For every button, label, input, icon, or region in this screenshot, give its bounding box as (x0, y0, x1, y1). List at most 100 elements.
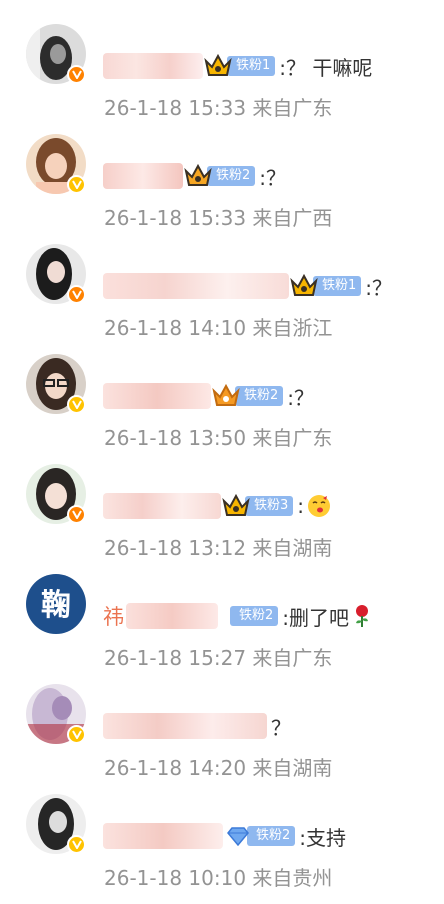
username-prefix[interactable]: 祎 (103, 601, 124, 631)
fan-level-label: 铁粉1 (227, 56, 276, 76)
comment-text: :？ (365, 275, 393, 300)
fan-badge[interactable]: 铁粉2 (223, 820, 296, 852)
crown-icon (203, 51, 233, 81)
comment-text: :？ (287, 385, 315, 410)
avatar-wrap (26, 684, 86, 744)
verified-badge-icon (67, 175, 86, 194)
comment-row: 铁粉1 :？ 干嘛呢 26-1-18 15:33 来自广东 (0, 24, 444, 134)
avatar-wrap (26, 464, 86, 524)
fan-level-label: 铁粉3 (245, 496, 294, 516)
avatar-wrap (26, 794, 86, 854)
verified-badge-icon (67, 395, 86, 414)
comment-text-content: :删了吧 (282, 605, 350, 630)
comment-location: 来自广东 (252, 646, 333, 670)
fan-level-label: 铁粉2 (235, 386, 284, 406)
rose-emoji (352, 604, 372, 628)
comment-header: 祎 铁粉2 :删了吧 (103, 600, 372, 632)
crown-icon (289, 271, 319, 301)
fan-badge[interactable]: 铁粉3 (221, 490, 294, 522)
comment-time: 26-1-18 13:50 (104, 426, 247, 450)
comment-header: 铁粉2 :支持 (103, 820, 346, 852)
comment-meta: 26-1-18 14:20 来自湖南 (104, 752, 332, 781)
username-blurred[interactable] (103, 383, 211, 409)
fan-badge[interactable]: 铁粉2 (218, 600, 279, 632)
comment-row: 铁粉3 : 26-1-18 13:12 来自湖南 (0, 464, 444, 574)
comment-location: 来自广东 (252, 96, 333, 120)
svg-text:鞠: 鞠 (41, 588, 71, 623)
fan-badge[interactable]: 铁粉2 (183, 160, 256, 192)
comment-time: 26-1-18 15:33 (104, 206, 247, 230)
crown-icon (211, 381, 241, 411)
comment-text: :支持 (299, 825, 347, 850)
comment-text-content: : (297, 494, 305, 518)
comment-location: 来自湖南 (252, 756, 333, 780)
comment-meta: 26-1-18 10:10 来自贵州 (104, 862, 332, 891)
avatar-wrap (26, 354, 86, 414)
comment-time: 26-1-18 10:10 (104, 866, 247, 890)
crown-icon (183, 161, 213, 191)
fan-badge[interactable]: 铁粉1 (203, 50, 276, 82)
verified-badge-icon (67, 285, 86, 304)
comment-text: : (297, 494, 331, 518)
kiss-face-emoji (307, 494, 331, 518)
comment-header: 铁粉1 :？ (103, 270, 392, 302)
comment-header: 铁粉3 : (103, 490, 331, 522)
verified-badge-icon (67, 725, 86, 744)
comment-time: 26-1-18 15:33 (104, 96, 247, 120)
username-blurred[interactable] (103, 273, 289, 299)
comment-header: 铁粉2 :？ (103, 380, 314, 412)
crown-icon (221, 491, 251, 521)
verified-badge-icon (67, 65, 86, 84)
comment-text: :删了吧 (282, 602, 372, 631)
verified-badge-icon (67, 505, 86, 524)
avatar-wrap: 鞠 (26, 574, 86, 634)
comment-time: 26-1-18 13:12 (104, 536, 247, 560)
comment-meta: 26-1-18 14:10 来自浙江 (104, 312, 332, 341)
avatar[interactable]: 鞠 (26, 574, 86, 634)
fan-badge[interactable]: 铁粉1 (289, 270, 362, 302)
comment-list: 铁粉1 :？ 干嘛呢 26-1-18 15:33 来自广东 铁粉2:？ 26-… (0, 0, 444, 890)
comment-location: 来自贵州 (252, 866, 333, 890)
diamond-icon (223, 821, 253, 851)
username-blurred[interactable] (103, 823, 223, 849)
comment-location: 来自广东 (252, 426, 333, 450)
comment-meta: 26-1-18 15:33 来自广东 (104, 92, 332, 121)
comment-time: 26-1-18 14:20 (104, 756, 247, 780)
comment-header: 铁粉2 :？ (103, 160, 286, 192)
comment-time: 26-1-18 15:27 (104, 646, 247, 670)
comment-text: :？ (259, 165, 287, 190)
comment-text: ？ (271, 715, 291, 740)
comment-meta: 26-1-18 15:27 来自广东 (104, 642, 332, 671)
fan-level-label: 铁粉2 (230, 606, 279, 626)
fan-level-label: 铁粉2 (207, 166, 256, 186)
username-blurred[interactable] (103, 493, 221, 519)
comment-meta: 26-1-18 15:33 来自广西 (104, 202, 332, 231)
avatar-wrap (26, 24, 86, 84)
comment-location: 来自湖南 (252, 536, 333, 560)
comment-time: 26-1-18 14:10 (104, 316, 247, 340)
comment-header: ？ (103, 710, 291, 742)
comment-row: 铁粉1 :？ 26-1-18 14:10 来自浙江 (0, 244, 444, 354)
comment-row: 鞠 祎 铁粉2 :删了吧 26-1-18 15:27 来自广东 (0, 574, 444, 684)
fan-badge[interactable]: 铁粉2 (211, 380, 284, 412)
comment-meta: 26-1-18 13:50 来自广东 (104, 422, 332, 451)
comment-row: 铁粉2 :？ 26-1-18 15:33 来自广西 (0, 134, 444, 244)
comment-row: ？ 26-1-18 14:20 来自湖南 (0, 684, 444, 794)
comment-location: 来自广西 (252, 206, 333, 230)
avatar-wrap (26, 244, 86, 304)
comment-meta: 26-1-18 13:12 来自湖南 (104, 532, 332, 561)
username-blurred[interactable] (103, 713, 267, 739)
username-blurred[interactable] (126, 603, 218, 629)
fan-level-label: 铁粉2 (247, 826, 296, 846)
fan-level-label: 铁粉1 (313, 276, 362, 296)
blank-fan-icon (218, 601, 236, 631)
username-blurred[interactable] (103, 163, 183, 189)
comment-location: 来自浙江 (252, 316, 333, 340)
username-blurred[interactable] (103, 53, 203, 79)
avatar-wrap (26, 134, 86, 194)
comment-header: 铁粉1 :？ 干嘛呢 (103, 50, 372, 82)
verified-badge-icon (67, 835, 86, 854)
comment-text: :？ 干嘛呢 (279, 55, 373, 80)
comment-row: 铁粉2 :支持 26-1-18 10:10 来自贵州 (0, 794, 444, 904)
comment-row: 铁粉2 :？ 26-1-18 13:50 来自广东 (0, 354, 444, 464)
